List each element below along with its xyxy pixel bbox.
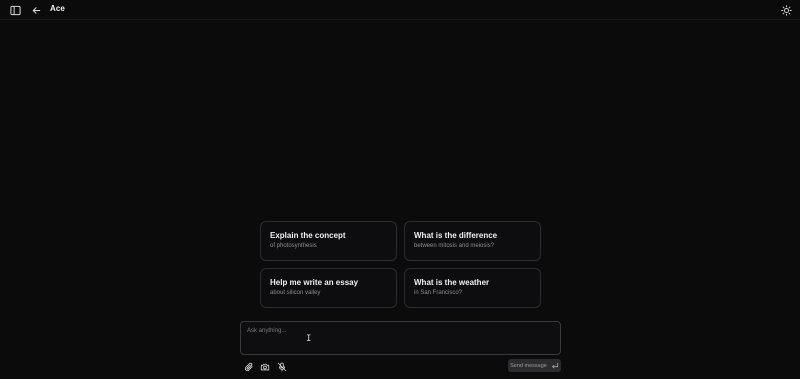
- prompt-box: [240, 321, 561, 355]
- paperclip-icon[interactable]: [242, 360, 256, 374]
- suggestion-subtitle: between mitosis and meiosis?: [414, 243, 495, 249]
- camera-icon[interactable]: [258, 360, 272, 374]
- arrow-left-icon[interactable]: [29, 3, 43, 17]
- suggestion-subtitle: about silicon valley: [270, 290, 321, 296]
- enter-key-icon: [551, 362, 559, 370]
- app-window: Ace Explain the concept of photosynthesi…: [0, 0, 800, 379]
- suggestion-title: Help me write an essay: [270, 278, 359, 287]
- suggestion-subtitle: of photosynthesis: [270, 243, 317, 249]
- mic-off-icon[interactable]: [275, 360, 289, 374]
- suggestion-card[interactable]: What is the weather in San Francisco?: [404, 268, 541, 308]
- sun-icon[interactable]: [779, 3, 793, 17]
- send-message-label: Send message: [510, 362, 547, 369]
- text-cursor-icon: I: [306, 334, 312, 344]
- suggestion-title: Explain the concept: [270, 231, 346, 240]
- suggestion-card[interactable]: Explain the concept of photosynthesis: [260, 221, 397, 261]
- prompt-input[interactable]: [241, 322, 560, 354]
- suggestion-title: What is the weather: [414, 278, 490, 287]
- sidebar-toggle-icon[interactable]: [8, 3, 22, 17]
- suggestion-subtitle: in San Francisco?: [414, 290, 463, 296]
- send-message-button[interactable]: Send message: [508, 359, 561, 372]
- suggestion-card[interactable]: Help me write an essay about silicon val…: [260, 268, 397, 308]
- suggestion-card[interactable]: What is the difference between mitosis a…: [404, 221, 541, 261]
- suggestion-title: What is the difference: [414, 231, 498, 240]
- top-bar: Ace: [0, 0, 800, 20]
- page-title: Ace: [50, 4, 65, 13]
